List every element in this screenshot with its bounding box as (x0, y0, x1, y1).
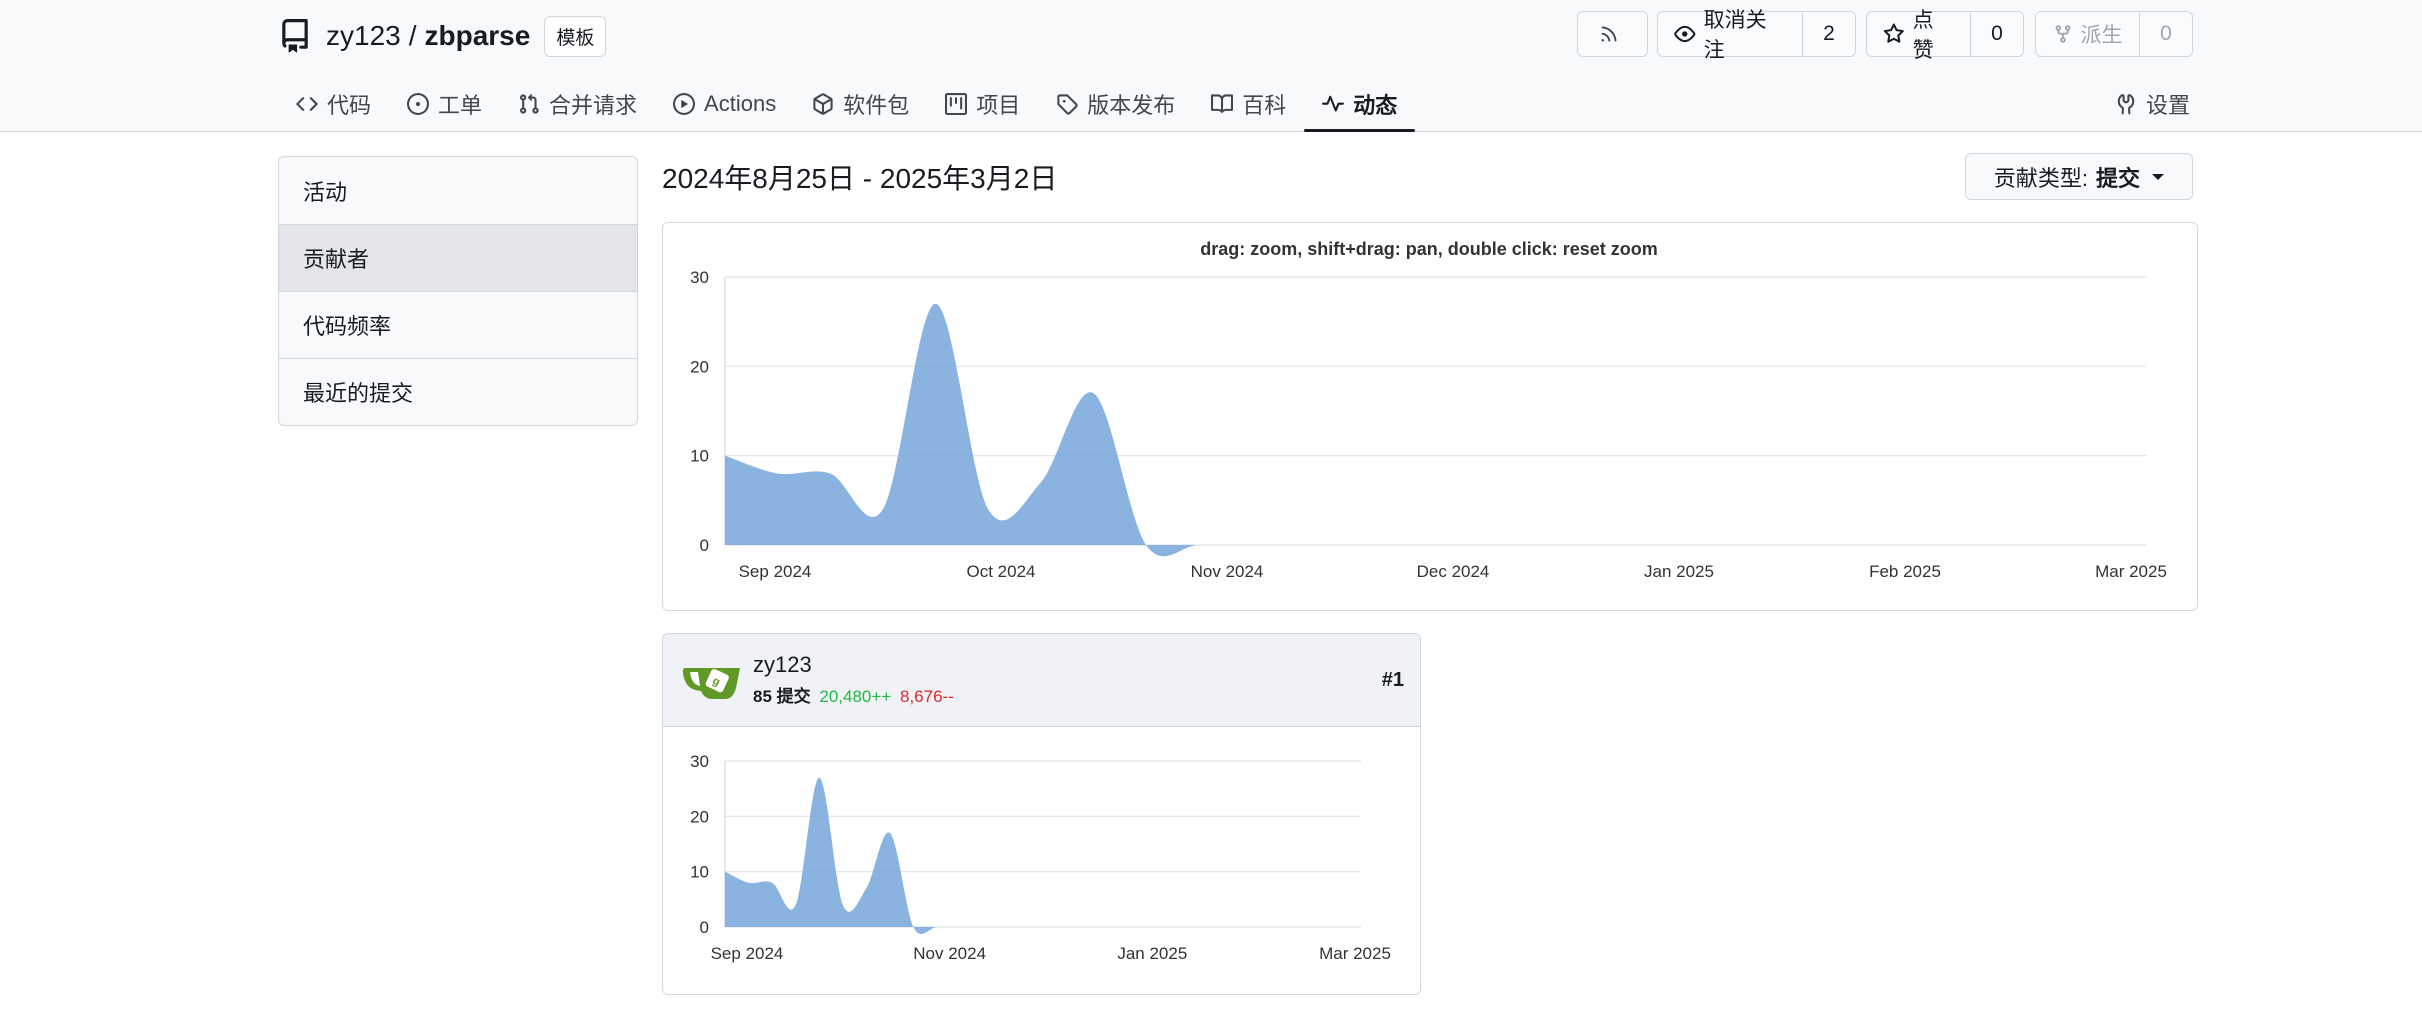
pull-request-icon (520, 93, 539, 114)
actions-icon (673, 92, 696, 115)
main-chart-svg[interactable]: drag: zoom, shift+drag: pan, double clic… (663, 223, 2196, 609)
rss-icon (1600, 26, 1616, 42)
template-badge: 模板 (544, 15, 607, 57)
x-tick-label: Mar 2025 (2095, 562, 2167, 581)
tab-wiki[interactable]: 百科 (1193, 76, 1304, 131)
tab-releases[interactable]: 版本发布 (1038, 76, 1193, 131)
tab-code[interactable]: 代码 (278, 76, 389, 131)
x-tick-label: Dec 2024 (1417, 562, 1490, 581)
x-tick-label: Jan 2025 (1117, 944, 1187, 963)
project-icon (945, 92, 968, 115)
contributor-commit-count: 85 (753, 687, 772, 706)
tab-issues[interactable]: 工单 (389, 76, 500, 131)
y-tick-label: 30 (690, 752, 709, 771)
contribution-type-value: 提交 (2096, 165, 2141, 191)
sidebar-item-recent-commits[interactable]: 最近的提交 (279, 358, 637, 425)
tab-actions[interactable]: Actions (655, 76, 794, 131)
contribution-type-label: 贡献类型: (1993, 165, 2089, 191)
contributor-commit-label: 提交 (776, 687, 811, 706)
tools-icon (2117, 93, 2135, 114)
fork-icon (2055, 25, 2070, 43)
sidebar-item-contributors[interactable]: 贡献者 (279, 224, 637, 291)
tab-activity[interactable]: 动态 (1304, 76, 1416, 132)
y-tick-label: 0 (700, 918, 709, 937)
star-button[interactable]: 点赞 (1867, 9, 1970, 62)
x-tick-label: Sep 2024 (711, 944, 784, 963)
contributor-additions: 20,480++ (819, 687, 892, 706)
book-icon (1211, 93, 1234, 113)
x-tick-label: Oct 2024 (967, 562, 1036, 581)
unwatch-label: 取消关注 (1703, 9, 1767, 62)
x-tick-label: Jan 2025 (1644, 562, 1714, 581)
tab-pull-requests[interactable]: 合并请求 (500, 76, 655, 131)
fork-count[interactable]: 0 (2139, 12, 2192, 56)
tab-projects[interactable]: 项目 (927, 76, 1038, 131)
date-range-title: 2024年8月25日 - 2025年3月2日 (662, 163, 1058, 194)
gitea-logo-avatar[interactable]: g (681, 658, 743, 702)
contributor-name[interactable]: zy123 (753, 652, 812, 678)
issue-icon (407, 92, 430, 115)
repo-tabs: 代码 工单 合并请求 Actions 软件包 项目 版本发布 百科 动态 (278, 76, 1416, 132)
sidebar-item-code-frequency[interactable]: 代码频率 (279, 291, 637, 358)
x-tick-label: Sep 2024 (739, 562, 812, 581)
contributor-rank: #1 (1381, 669, 1404, 691)
tab-settings[interactable]: 设置 (2115, 76, 2190, 131)
fork-button-group: 派生 0 (2035, 11, 2193, 57)
repo-separator: / (408, 20, 417, 51)
repo-name-link[interactable]: zbparse (425, 20, 531, 52)
y-tick-label: 0 (700, 536, 709, 555)
repo-header: zy123 / zbparse 模板 取消关注 2 点赞 0 派生 0 代码 工… (0, 0, 2422, 132)
activity-sidebar: 活动 贡献者 代码频率 最近的提交 (278, 156, 638, 426)
code-icon (296, 96, 318, 111)
x-tick-label: Feb 2025 (1869, 562, 1941, 581)
x-tick-label: Mar 2025 (1319, 944, 1391, 963)
package-icon (813, 92, 833, 115)
caret-down-icon (2152, 173, 2165, 180)
contribution-type-dropdown[interactable]: 贡献类型: 提交 (1965, 153, 2193, 200)
fork-label: 派生 (2080, 24, 2123, 47)
contributor-card: g zy123 85 提交 20,480++ 8,676-- #1 0 10 20 3… (662, 633, 1421, 995)
unwatch-button-group: 取消关注 2 (1657, 9, 1856, 62)
pulse-icon (1322, 95, 1345, 112)
x-tick-label: Nov 2024 (913, 944, 986, 963)
eye-icon (1674, 25, 1696, 43)
watch-count[interactable]: 2 (1802, 12, 1855, 56)
y-tick-label: 10 (690, 863, 709, 882)
star-label: 点赞 (1912, 9, 1934, 62)
x-tick-label: Nov 2024 (1191, 562, 1264, 581)
star-count[interactable]: 0 (1970, 12, 2023, 56)
contributor-deletions: 8,676-- (899, 687, 954, 706)
sidebar-item-activity[interactable]: 活动 (279, 157, 637, 224)
y-tick-label: 10 (690, 447, 709, 466)
y-tick-label: 30 (690, 268, 709, 287)
series-area[interactable] (725, 777, 1361, 934)
star-icon (1883, 23, 1904, 43)
series-area[interactable] (725, 303, 2146, 557)
repo-icon (282, 19, 308, 53)
chart-title: drag: zoom, shift+drag: pan, double clic… (1200, 239, 1658, 259)
tag-icon (1057, 93, 1078, 115)
main-contributions-chart[interactable]: drag: zoom, shift+drag: pan, double clic… (662, 222, 2198, 611)
rss-button[interactable] (1577, 11, 1648, 57)
tab-packages[interactable]: 软件包 (794, 76, 927, 131)
repo-title: zy123 / zbparse 模板 (278, 14, 607, 58)
fork-button[interactable]: 派生 (2036, 12, 2139, 56)
contributor-card-header: g zy123 85 提交 20,480++ 8,676-- #1 (663, 634, 1420, 727)
repo-owner-link[interactable]: zy123 (326, 20, 401, 52)
unwatch-button[interactable]: 取消关注 (1658, 9, 1802, 62)
y-tick-label: 20 (690, 807, 709, 826)
star-button-group: 点赞 0 (1866, 9, 2024, 62)
contributor-stats: 85 提交 20,480++ 8,676-- (753, 682, 954, 707)
contributor-chart-svg[interactable]: 0 10 20 30 Sep 2024 Nov 2024 Jan 2025 Mar 2025 (663, 727, 1419, 993)
y-tick-label: 20 (690, 357, 709, 376)
